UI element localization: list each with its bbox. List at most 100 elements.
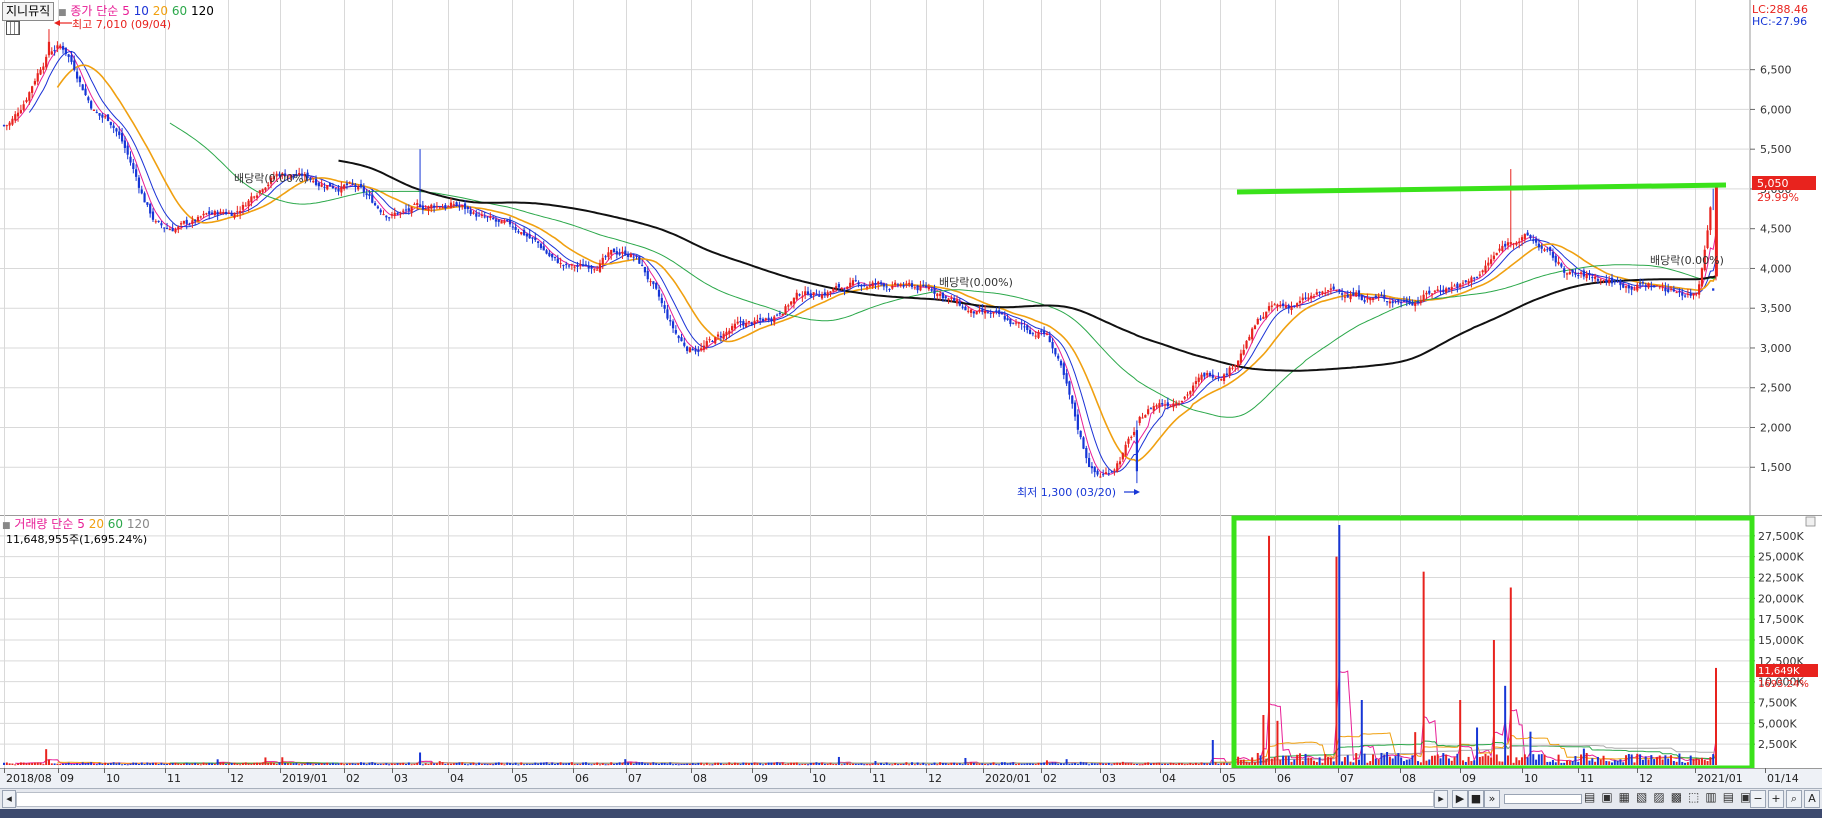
candle-body: [1141, 417, 1144, 419]
candle-body: [958, 301, 961, 306]
candle-body: [1698, 284, 1701, 295]
candle-body: [53, 50, 56, 52]
candle-body: [149, 204, 152, 214]
candle-body: [1669, 288, 1673, 290]
candle-body: [1158, 403, 1161, 408]
stop-icon[interactable]: ■: [1468, 790, 1484, 808]
volume-bar: [672, 764, 675, 766]
candle-body: [1208, 372, 1212, 376]
candle-body: [396, 212, 399, 215]
candle-body: [812, 292, 815, 296]
volume-bar: [1290, 761, 1293, 765]
volume-bar: [1608, 761, 1611, 765]
volume-bar: [582, 762, 585, 765]
volume-bar: [1065, 759, 1068, 765]
play-icon[interactable]: ▶: [1452, 790, 1468, 808]
volume-bar: [1085, 762, 1088, 765]
volume-bar: [641, 762, 644, 765]
x-axis-label: 09: [60, 772, 74, 785]
volume-bar: [877, 763, 880, 765]
candle-body: [326, 185, 329, 190]
volume-bar: [638, 762, 641, 765]
volume-bar: [537, 763, 540, 765]
volume-bar: [1211, 740, 1214, 765]
candle-body: [792, 297, 796, 304]
volume-panel[interactable]: 27,500K 25,000K 22,500K 20,000K 17,500K 15,00…: [0, 515, 1822, 768]
candle-body: [163, 227, 166, 229]
volume-bar: [112, 762, 115, 765]
volume-bar: [1554, 762, 1557, 765]
volume-bar: [177, 763, 180, 765]
search-icon[interactable]: ⌕: [1786, 790, 1802, 808]
candle-body: [1385, 301, 1389, 303]
volume-bar: [208, 762, 211, 765]
volume-bar: [1428, 759, 1431, 765]
candle-body: [1144, 415, 1147, 418]
candle-body: [1009, 318, 1012, 325]
volume-bar: [1186, 763, 1189, 765]
candle-body: [775, 314, 779, 316]
scroll-range-slider[interactable]: [1504, 794, 1582, 804]
legend-bullet-icon: ■: [2, 521, 11, 531]
volume-bar: [278, 762, 281, 765]
candle-body: [736, 321, 739, 324]
stock-name-box[interactable]: 지니뮤직: [2, 2, 55, 21]
volume-bar: [579, 763, 582, 765]
candle-body: [106, 114, 110, 121]
volume-bar: [927, 764, 930, 766]
volume-bar: [593, 763, 596, 765]
candle-body: [1655, 285, 1659, 287]
tool-icons[interactable]: ▤▣▦▧▨▩⬚▥▤▣: [1584, 790, 1757, 804]
candle-body: [59, 45, 62, 48]
volume-bar: [773, 762, 776, 765]
volume-bar: [1076, 763, 1079, 765]
volume-bar: [880, 762, 883, 765]
candle-body: [902, 285, 905, 287]
scroll-left-button[interactable]: ◂: [2, 790, 16, 808]
dividend-label-2: 배당락(0.00%): [939, 276, 1013, 289]
candle-body: [531, 237, 534, 239]
candle-body: [1610, 277, 1614, 284]
volume-bar: [146, 762, 149, 765]
candle-body: [567, 265, 571, 267]
fast-forward-icon[interactable]: »: [1484, 790, 1500, 808]
candle-body: [8, 122, 11, 126]
text-size-icon[interactable]: A: [1804, 790, 1820, 808]
candle-body: [1310, 295, 1313, 299]
candle-body: [1040, 330, 1043, 333]
candle-body: [1014, 322, 1018, 324]
scroll-right-button[interactable]: ▸: [1434, 790, 1448, 808]
close-panel-icon[interactable]: [1805, 516, 1816, 527]
candle-body: [1543, 249, 1546, 251]
volume-bar: [525, 763, 528, 765]
x-axis-label: 07: [628, 772, 642, 785]
volume-bar: [225, 763, 228, 765]
candle-body: [506, 219, 509, 221]
volume-bar: [1034, 763, 1037, 765]
volume-bar: [610, 762, 613, 765]
volume-bar: [1197, 763, 1200, 765]
volume-bar: [1636, 753, 1639, 765]
volume-bar: [1394, 756, 1397, 765]
candle-body: [1262, 316, 1265, 319]
x-axis-label: 12: [928, 772, 942, 785]
volume-bar: [596, 762, 599, 765]
bottom-toolbar: ◂ ▸ ▶ ■ » ▤▣▦▧▨▩⬚▥▤▣ − + ⌕ A: [0, 788, 1822, 809]
price-panel[interactable]: 6,5006,0005,5005,0004,5004,0003,5003,000…: [0, 0, 1822, 515]
grid-toggle-icon[interactable]: [6, 21, 20, 35]
candle-body: [230, 213, 233, 216]
candle-body: [964, 306, 967, 311]
volume-bar: [464, 763, 467, 765]
candle-body: [1346, 294, 1349, 298]
scrollbar-track[interactable]: [16, 792, 1434, 807]
volume-bar: [866, 764, 869, 766]
zoom-out-icon[interactable]: −: [1750, 790, 1766, 808]
candle-body: [702, 345, 706, 350]
zoom-in-icon[interactable]: +: [1768, 790, 1784, 808]
candle-body: [1326, 290, 1330, 292]
volume-bar: [486, 764, 489, 766]
volume-bar: [629, 762, 632, 765]
candle-body: [1453, 285, 1456, 287]
candle-body: [1360, 295, 1363, 300]
candle-body: [708, 339, 711, 341]
